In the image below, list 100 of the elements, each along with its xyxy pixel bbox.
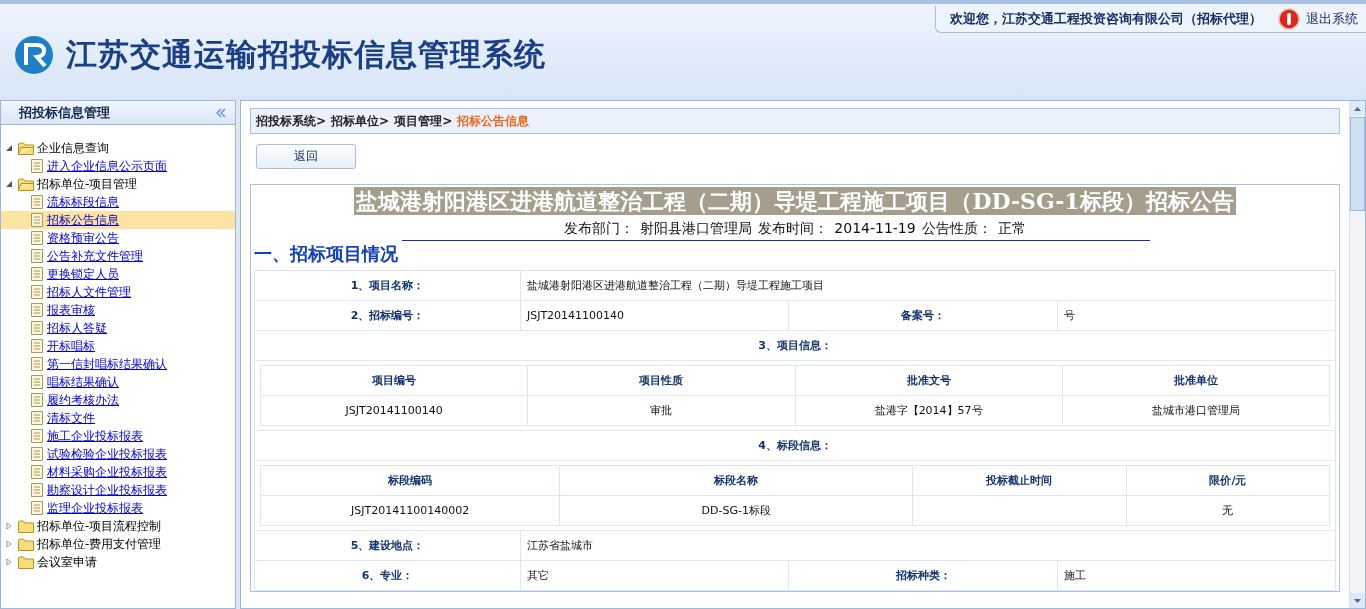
tree-link[interactable]: 监理企业投标报表 [47,499,143,517]
field-value: 盐城港射阳港区进港航道整治工程（二期）导堤工程施工项目 [520,270,1336,301]
notice-title: 盐城港射阳港区进港航道整治工程（二期）导堤工程施工项目（DD-SG-1标段）招标公告 [354,187,1236,215]
sidebar-title: 招投标信息管理 [19,103,110,122]
tree-link[interactable]: 招标公告信息 [47,211,119,229]
folder-icon [18,519,34,533]
column-header: 批准文号 [795,365,1063,396]
table-cell: 盐港字【2014】57号 [795,395,1063,426]
tree-folder[interactable]: 招标单位-费用支付管理 [37,535,162,553]
folder-icon [18,555,34,569]
logo-icon [14,35,54,75]
document-icon [31,465,43,479]
document-icon [31,393,43,407]
folder-icon [18,177,34,191]
tree-link[interactable]: 试验检验企业投标报表 [47,445,167,463]
expander-icon[interactable] [5,180,13,188]
table-cell: 盐城市港口管理局 [1062,395,1330,426]
document-icon [31,411,43,425]
column-header: 投标截止时间 [912,465,1127,496]
field-value: 其它 [520,560,789,591]
section-heading: 一、招标项目情况 [254,242,398,266]
table-cell: 无 [1126,495,1330,526]
field-value: JSJT20141100140 [520,300,789,331]
tree-folder[interactable]: 会议室申请 [37,553,97,571]
tree-link[interactable]: 第一信封唱标结果确认 [47,355,167,373]
expander-icon[interactable] [5,144,13,152]
meta-label: 发布部门： [564,220,635,238]
folder-icon [18,537,34,551]
tree-link[interactable]: 材料采购企业投标报表 [47,463,167,481]
column-header: 标段编码 [260,465,560,496]
tree-folder[interactable]: 招标单位-项目管理 [37,175,138,193]
tree-folder[interactable]: 企业信息查询 [37,139,109,157]
column-header: 项目编号 [260,365,528,396]
document-icon [31,159,43,173]
field-value: 江苏省盐城市 [520,530,1336,561]
tree-link[interactable]: 报表审核 [47,301,95,319]
tree-link[interactable]: 开标唱标 [47,337,95,355]
table-cell: JSJT20141100140002 [260,495,560,526]
breadcrumb-link[interactable]: 项目管理> [394,112,453,130]
field-label: 6、专业： [254,560,521,591]
meta-label: 公告性质： [921,220,992,238]
tree-link[interactable]: 履约考核办法 [47,391,119,409]
column-header: 标段名称 [559,465,913,496]
logout-link[interactable]: 退出系统 [1306,10,1358,28]
document-icon [31,483,43,497]
document-icon [31,501,43,515]
exit-icon[interactable] [1278,8,1300,30]
scrollbar-thumb[interactable] [1350,117,1365,211]
meta-value: 正常 [997,220,1026,238]
collapse-icon[interactable] [215,106,227,119]
table-cell: JSJT20141100140 [260,395,528,426]
document-icon [31,375,43,389]
tree-link[interactable]: 公告补充文件管理 [47,247,143,265]
tree-link[interactable]: 流标标段信息 [47,193,119,211]
tree-link[interactable]: 进入企业信息公示页面 [47,157,167,175]
document-icon [31,249,43,263]
folder-icon [18,141,34,155]
column-header: 限价/元 [1126,465,1330,496]
meta-value: 射阳县港口管理局 [640,220,753,238]
field-label: 招标种类： [788,560,1058,591]
tree-link[interactable]: 清标文件 [47,409,95,427]
document-icon [31,285,43,299]
tree-link[interactable]: 勘察设计企业投标报表 [47,481,167,499]
table-cell: 审批 [527,395,795,426]
document-icon [31,339,43,353]
tree-link[interactable]: 唱标结果确认 [47,373,119,391]
document-icon [31,213,43,227]
welcome-text: 欢迎您，江苏交通工程投资咨询有限公司（招标代理） [950,10,1262,28]
system-title: 江苏交通运输招投标信息管理系统 [66,35,546,74]
section-label: 3、项目信息： [254,330,1336,361]
column-header: 项目性质 [527,365,795,396]
tree-link[interactable]: 施工企业投标报表 [47,427,143,445]
field-label: 1、项目名称： [254,270,521,301]
section-label: 4、标段信息： [254,430,1336,461]
document-icon [31,357,43,371]
field-label: 5、建设地点： [254,530,521,561]
document-icon [31,429,43,443]
tree-link[interactable]: 招标人答疑 [47,319,107,337]
table-cell: DD-SG-1标段 [559,495,913,526]
document-icon [31,303,43,317]
scroll-up-icon[interactable] [1354,106,1361,111]
field-value: 施工 [1057,560,1336,591]
document-icon [31,267,43,281]
meta-value: 2014-11-19 [834,220,916,238]
breadcrumb-link[interactable]: 招投标系统> [256,112,327,130]
back-button[interactable]: 返回 [256,144,356,169]
document-icon [31,321,43,335]
document-icon [31,447,43,461]
tree-link[interactable]: 招标人文件管理 [47,283,131,301]
field-label: 2、招标编号： [254,300,521,331]
field-value: 号 [1057,300,1336,331]
document-icon [31,195,43,209]
tree-folder[interactable]: 招标单位-项目流程控制 [37,517,162,535]
selected-tree-row[interactable]: 招标公告信息 [1,211,235,229]
field-label: 备案号： [788,300,1058,331]
breadcrumb-link[interactable]: 招标单位> [331,112,390,130]
column-header: 批准单位 [1062,365,1330,396]
scroll-down-icon[interactable] [1354,598,1361,603]
tree-link[interactable]: 资格预审公告 [47,229,119,247]
tree-link[interactable]: 更换锁定人员 [47,265,119,283]
